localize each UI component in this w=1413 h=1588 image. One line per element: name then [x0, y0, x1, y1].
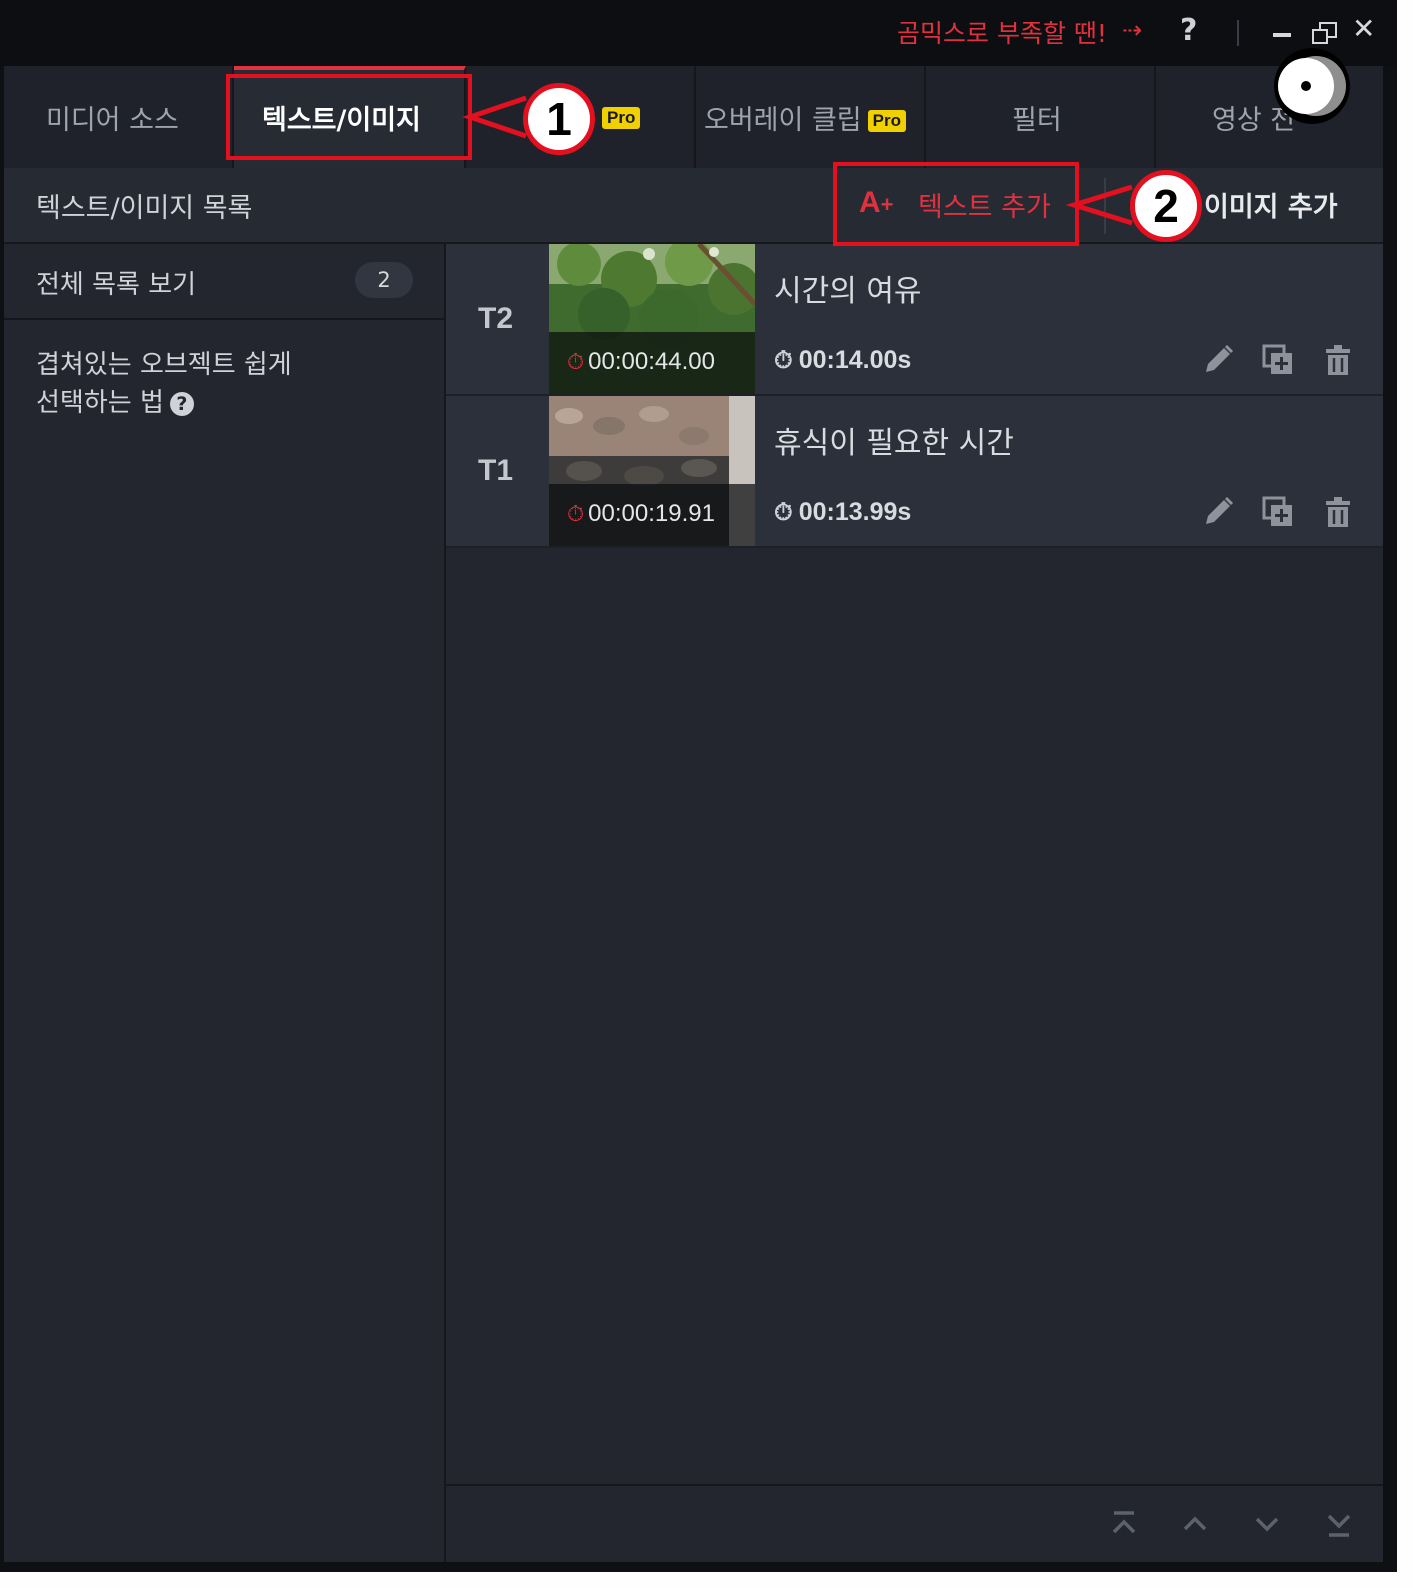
annotation-box-tab	[226, 74, 472, 160]
annotation-box-add-text	[833, 162, 1079, 246]
annotation-step-2: 2	[1130, 170, 1202, 242]
annotation-step-1: 1	[523, 83, 595, 155]
annotation-arrows	[462, 95, 1133, 226]
